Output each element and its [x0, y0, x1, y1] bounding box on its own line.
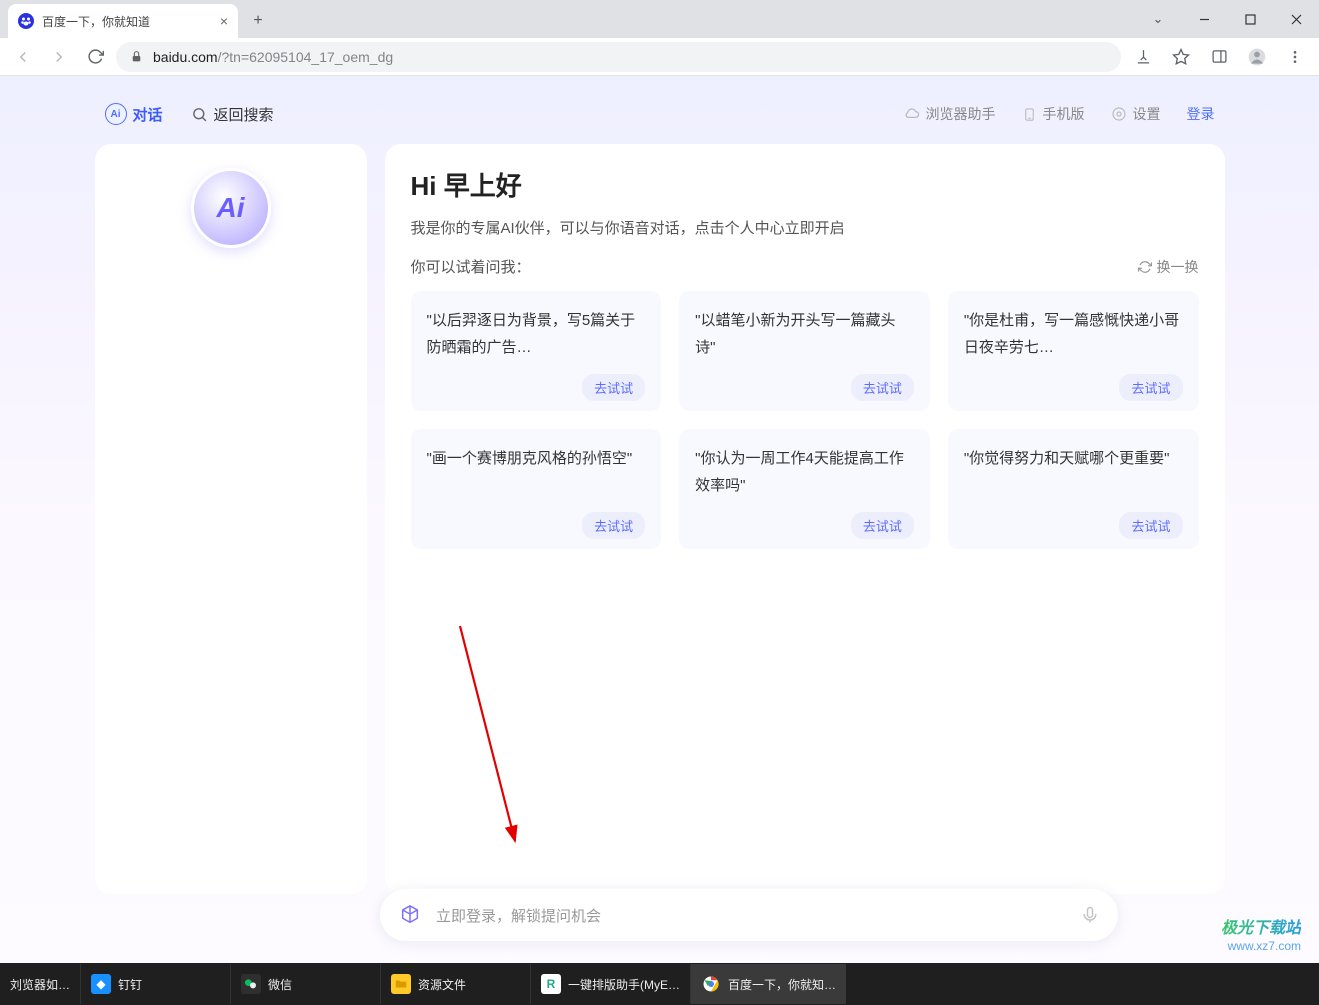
taskbar-item[interactable]: 微信: [230, 964, 380, 1004]
sidebar-card: Ai: [95, 144, 367, 894]
try-button[interactable]: 去试试: [1119, 512, 1182, 539]
main-card: Hi 早上好 我是你的专属AI伙伴，可以与你语音对话，点击个人中心立即开启 你可…: [385, 144, 1225, 894]
refresh-icon: [1138, 260, 1152, 274]
nav-back-search[interactable]: 返回搜索: [191, 104, 274, 125]
reload-button[interactable]: [80, 42, 110, 72]
sidepanel-icon[interactable]: [1203, 41, 1235, 73]
taskbar-item[interactable]: ◆ 钉钉: [80, 964, 230, 1004]
cube-icon: [398, 903, 422, 927]
prompt-card[interactable]: "以后羿逐日为背景，写5篇关于防晒霜的广告…去试试: [411, 291, 662, 411]
refresh-prompts-button[interactable]: 换一换: [1138, 257, 1199, 277]
cloud-icon: [903, 106, 920, 123]
microphone-icon[interactable]: [1080, 905, 1100, 925]
watermark-title: 极光下载站: [1221, 919, 1301, 938]
watermark: 极光下载站 www.xz7.com: [1221, 919, 1301, 953]
taskbar-label: 资源文件: [418, 976, 466, 993]
nav-chat[interactable]: Ai 对话: [105, 103, 163, 125]
ai-icon: Ai: [105, 103, 127, 125]
minimize-button[interactable]: [1181, 4, 1227, 34]
page-topnav: Ai 对话 返回搜索 浏览器助手 手机版 设置: [95, 94, 1225, 134]
nav-settings-label: 设置: [1133, 104, 1161, 124]
gear-icon: [1111, 106, 1127, 122]
taskbar-label: 刘览器如…: [10, 976, 70, 993]
taskbar-label: 一键排版助手(MyE…: [568, 976, 680, 993]
nav-mobile-label: 手机版: [1043, 104, 1085, 124]
forward-button[interactable]: [44, 42, 74, 72]
try-label: 你可以试着问我：: [411, 256, 531, 277]
profile-icon[interactable]: [1241, 41, 1273, 73]
taskbar-label: 百度一下，你就知…: [728, 976, 836, 993]
taskbar-item[interactable]: R 一键排版助手(MyE…: [530, 964, 690, 1004]
paw-favicon-icon: [18, 13, 34, 29]
lock-icon: [130, 50, 143, 63]
app-icon: R: [541, 974, 561, 994]
nav-login[interactable]: 登录: [1187, 104, 1215, 124]
nav-mobile[interactable]: 手机版: [1022, 104, 1085, 124]
try-button[interactable]: 去试试: [582, 374, 645, 401]
search-icon: [191, 106, 208, 123]
taskbar: 刘览器如… ◆ 钉钉 微信 资源文件 R 一键排版助手(MyE… 百度一下，你就知…: [0, 963, 1319, 1005]
refresh-label: 换一换: [1157, 257, 1199, 277]
greeting-subtitle: 我是你的专属AI伙伴，可以与你语音对话，点击个人中心立即开启: [411, 217, 1199, 238]
nav-login-label: 登录: [1187, 104, 1215, 124]
share-icon[interactable]: [1127, 41, 1159, 73]
address-bar: baidu.com/?tn=62095104_17_oem_dg: [0, 38, 1319, 76]
phone-icon: [1022, 107, 1037, 122]
nav-settings[interactable]: 设置: [1111, 104, 1161, 124]
browser-tab[interactable]: 百度一下，你就知道 ×: [8, 4, 238, 38]
taskbar-item[interactable]: 刘览器如…: [6, 964, 80, 1004]
chrome-icon: [701, 974, 721, 994]
prompt-text: "你认为一周工作4天能提高工作效率吗": [695, 445, 914, 512]
nav-chat-label: 对话: [133, 104, 163, 125]
url-input[interactable]: baidu.com/?tn=62095104_17_oem_dg: [116, 42, 1121, 72]
prompt-card[interactable]: "画一个赛博朋克风格的孙悟空"去试试: [411, 429, 662, 549]
taskbar-label: 微信: [268, 976, 292, 993]
menu-icon[interactable]: [1279, 41, 1311, 73]
chevron-down-icon[interactable]: ⌄: [1135, 4, 1181, 34]
prompt-grid: "以后羿逐日为背景，写5篇关于防晒霜的广告…去试试 "以蜡笔小新为开头写一篇藏头…: [411, 291, 1199, 549]
close-button[interactable]: [1273, 4, 1319, 34]
prompt-text: "画一个赛博朋克风格的孙悟空": [427, 445, 646, 512]
prompt-text: "你是杜甫，写一篇感慨快递小哥日夜辛劳七…: [964, 307, 1183, 374]
taskbar-item[interactable]: 百度一下，你就知…: [690, 964, 846, 1004]
taskbar-label: 钉钉: [118, 976, 142, 993]
prompt-card[interactable]: "你是杜甫，写一篇感慨快递小哥日夜辛劳七…去试试: [948, 291, 1199, 411]
url-text: baidu.com/?tn=62095104_17_oem_dg: [153, 49, 393, 65]
maximize-button[interactable]: [1227, 4, 1273, 34]
chat-input[interactable]: 立即登录，解锁提问机会: [380, 889, 1118, 941]
nav-back-search-label: 返回搜索: [214, 104, 274, 125]
input-placeholder: 立即登录，解锁提问机会: [436, 905, 1066, 926]
tab-close-icon[interactable]: ×: [220, 13, 228, 29]
try-button[interactable]: 去试试: [851, 374, 914, 401]
greeting-title: Hi 早上好: [411, 166, 1199, 203]
try-button[interactable]: 去试试: [1119, 374, 1182, 401]
nav-browser-helper-label: 浏览器助手: [926, 104, 996, 124]
prompt-text: "以后羿逐日为背景，写5篇关于防晒霜的广告…: [427, 307, 646, 374]
window-controls: ⌄: [1135, 0, 1319, 38]
prompt-text: "你觉得努力和天赋哪个更重要": [964, 445, 1183, 512]
dingtalk-icon: ◆: [91, 974, 111, 994]
ai-avatar-icon: Ai: [191, 168, 271, 248]
prompt-text: "以蜡笔小新为开头写一篇藏头诗": [695, 307, 914, 374]
nav-browser-helper[interactable]: 浏览器助手: [903, 104, 996, 124]
bookmark-icon[interactable]: [1165, 41, 1197, 73]
try-button[interactable]: 去试试: [582, 512, 645, 539]
prompt-card[interactable]: "你认为一周工作4天能提高工作效率吗"去试试: [679, 429, 930, 549]
taskbar-item[interactable]: 资源文件: [380, 964, 530, 1004]
page-content: Ai 对话 返回搜索 浏览器助手 手机版 设置: [0, 76, 1319, 963]
prompt-card[interactable]: "以蜡笔小新为开头写一篇藏头诗"去试试: [679, 291, 930, 411]
tab-title: 百度一下，你就知道: [42, 13, 212, 30]
wechat-icon: [241, 974, 261, 994]
window-titlebar: 百度一下，你就知道 × + ⌄: [0, 0, 1319, 38]
try-button[interactable]: 去试试: [851, 512, 914, 539]
prompt-card[interactable]: "你觉得努力和天赋哪个更重要"去试试: [948, 429, 1199, 549]
watermark-url: www.xz7.com: [1221, 939, 1301, 953]
new-tab-button[interactable]: +: [244, 7, 272, 35]
folder-icon: [391, 974, 411, 994]
back-button[interactable]: [8, 42, 38, 72]
